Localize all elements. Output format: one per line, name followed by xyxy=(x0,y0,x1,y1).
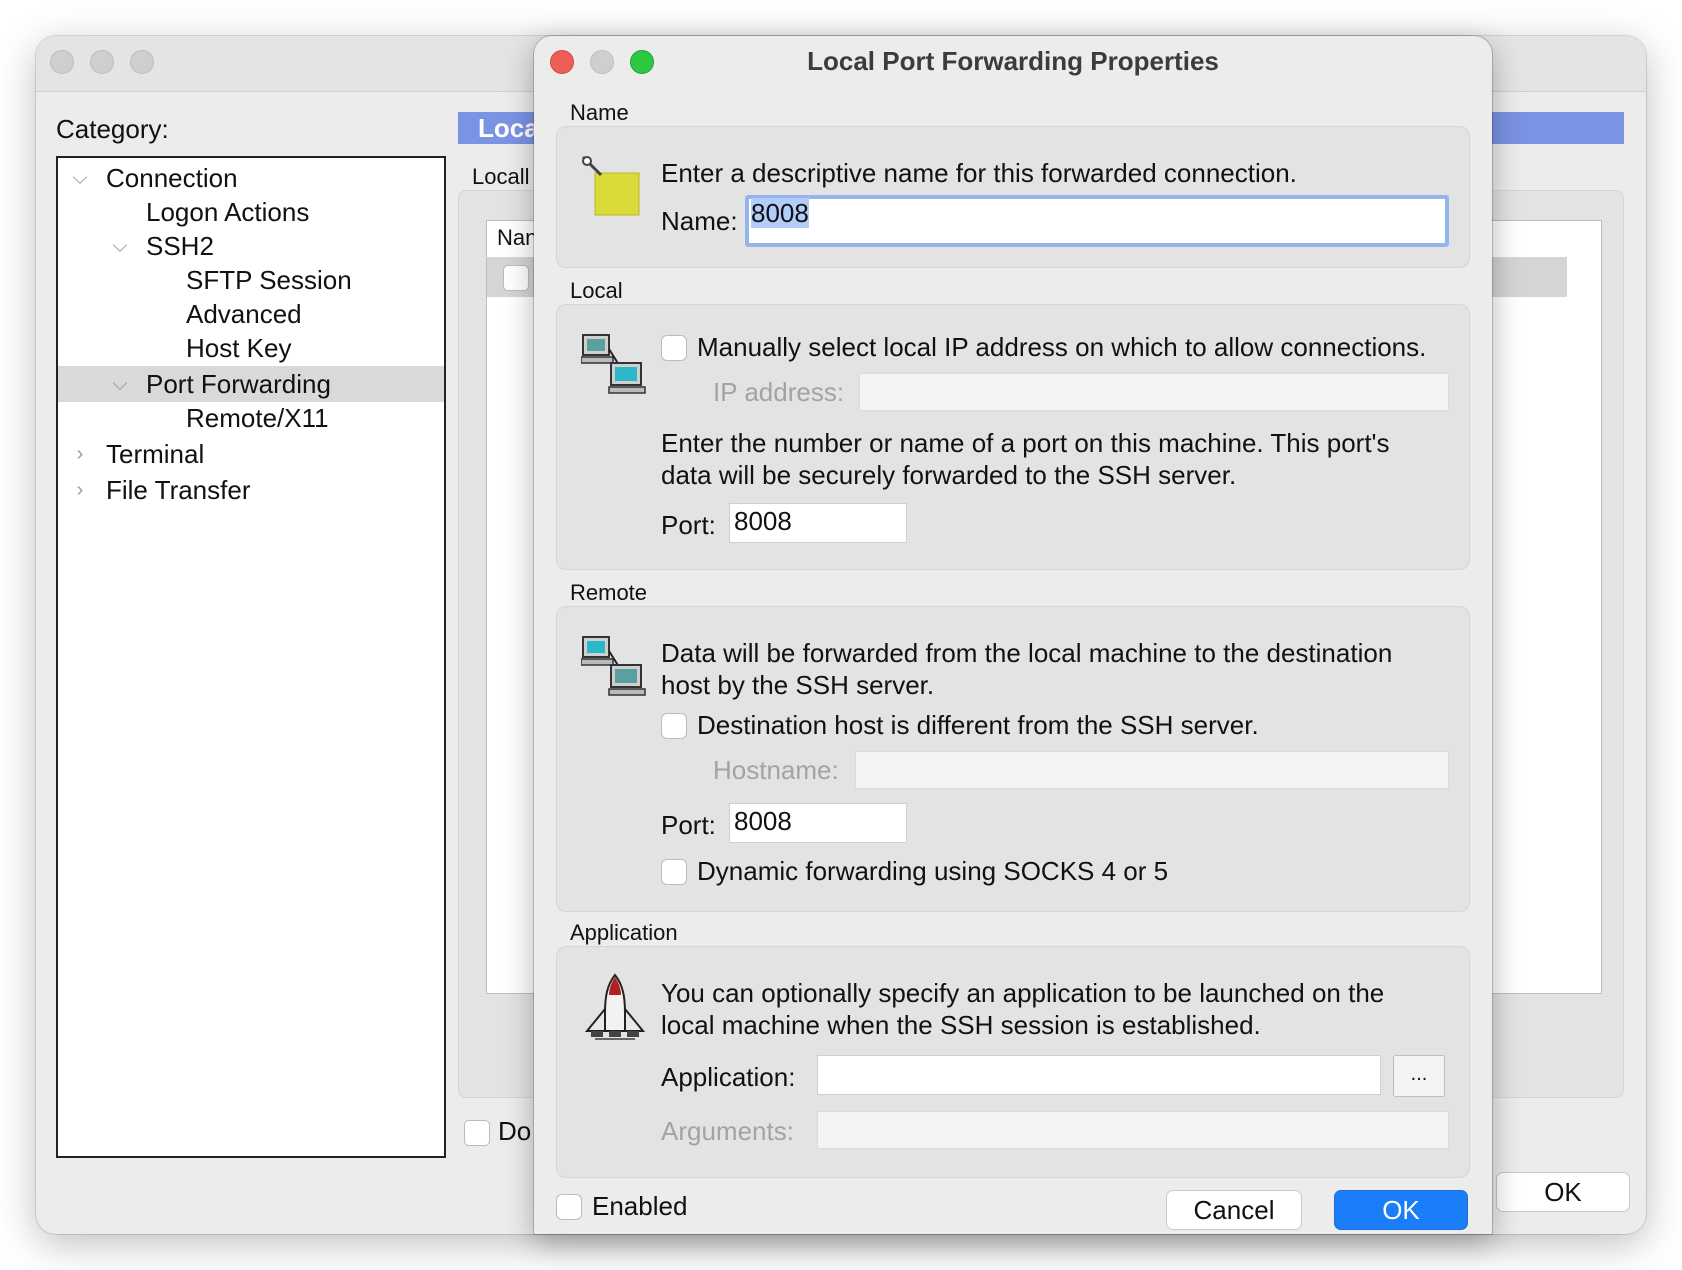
remote-port-input[interactable]: 8008 xyxy=(729,803,907,843)
socks-checkbox[interactable] xyxy=(661,859,687,885)
category-label: Category: xyxy=(56,114,169,144)
hostname-label: Hostname: xyxy=(713,755,839,785)
remote-port-label: Port: xyxy=(661,810,716,840)
application-field-label: Application: xyxy=(661,1062,796,1092)
row-checkbox[interactable] xyxy=(503,265,529,291)
local-port-input[interactable]: 8008 xyxy=(729,503,907,543)
local-port-forwarding-dialog: Local Port Forwarding Properties Name En… xyxy=(534,36,1492,1234)
list-header-name[interactable]: Nan xyxy=(497,225,537,251)
name-description: Enter a descriptive name for this forwar… xyxy=(661,158,1297,188)
remote-description-line2: host by the SSH server. xyxy=(661,670,935,700)
tree-item-sftp-session[interactable]: SFTP Session xyxy=(58,262,444,298)
chevron-down-icon[interactable]: ⌵ xyxy=(68,160,92,196)
category-tree[interactable]: ⌵ Connection Logon Actions ⌵ SSH2 SFTP S… xyxy=(56,156,446,1158)
ok-button[interactable]: OK xyxy=(1334,1190,1468,1230)
network-computers-icon xyxy=(581,636,646,696)
local-section-label: Local xyxy=(570,278,623,303)
dont-show-option[interactable]: Do xyxy=(464,1116,531,1147)
name-input[interactable]: 8008 xyxy=(745,195,1449,247)
remote-section-label: Remote xyxy=(570,580,648,605)
ip-address-label: IP address: xyxy=(713,377,845,407)
tree-item-terminal[interactable]: › Terminal xyxy=(58,436,444,472)
manual-ip-label: Manually select local IP address on whic… xyxy=(697,332,1427,362)
chevron-down-icon[interactable]: ⌵ xyxy=(108,228,132,264)
tree-item-ssh2[interactable]: ⌵ SSH2 xyxy=(58,228,444,264)
bg-ok-button[interactable]: OK xyxy=(1496,1172,1630,1212)
network-computers-icon xyxy=(581,334,646,394)
panel-sublabel: Locall xyxy=(472,164,530,189)
enabled-label: Enabled xyxy=(592,1191,688,1221)
chevron-right-icon[interactable]: › xyxy=(68,472,92,508)
manual-ip-checkbox[interactable] xyxy=(661,335,687,361)
remote-description-line1: Data will be forwarded from the local ma… xyxy=(661,638,1393,668)
dest-host-label: Destination host is different from the S… xyxy=(697,710,1259,740)
local-port-label: Port: xyxy=(661,510,716,540)
local-description-line2: data will be securely forwarded to the S… xyxy=(661,460,1237,490)
tree-item-host-key[interactable]: Host Key xyxy=(58,330,444,366)
chevron-right-icon[interactable]: › xyxy=(68,436,92,472)
dest-host-checkbox[interactable] xyxy=(661,713,687,739)
socks-label: Dynamic forwarding using SOCKS 4 or 5 xyxy=(697,856,1169,886)
bg-zoom-button[interactable] xyxy=(130,50,154,74)
name-section-label: Name xyxy=(570,100,629,125)
remote-group: Data will be forwarded from the local ma… xyxy=(556,606,1470,912)
space-shuttle-icon xyxy=(584,973,646,1040)
dialog-title: Local Port Forwarding Properties xyxy=(807,46,1219,76)
application-section-label: Application xyxy=(570,920,678,945)
application-group: You can optionally specify an applicatio… xyxy=(556,946,1470,1178)
tree-item-connection[interactable]: ⌵ Connection xyxy=(58,160,444,196)
tree-item-advanced[interactable]: Advanced xyxy=(58,296,444,332)
dialog-titlebar: Local Port Forwarding Properties xyxy=(534,36,1492,88)
enabled-checkbox[interactable] xyxy=(556,1194,582,1220)
tag-icon xyxy=(581,155,640,216)
tree-item-file-transfer[interactable]: › File Transfer xyxy=(58,472,444,508)
local-group: Manually select local IP address on whic… xyxy=(556,304,1470,570)
browse-button[interactable]: ... xyxy=(1393,1055,1445,1097)
hostname-input[interactable] xyxy=(855,751,1449,789)
tree-item-remote-x11[interactable]: Remote/X11 xyxy=(58,400,444,436)
arguments-label: Arguments: xyxy=(661,1116,794,1146)
name-group: Enter a descriptive name for this forwar… xyxy=(556,126,1470,268)
cancel-button[interactable]: Cancel xyxy=(1166,1190,1302,1230)
ip-address-input[interactable] xyxy=(859,373,1449,411)
dont-show-checkbox[interactable] xyxy=(464,1120,490,1147)
chevron-down-icon[interactable]: ⌵ xyxy=(108,366,132,402)
tree-item-port-forwarding[interactable]: ⌵ Port Forwarding xyxy=(58,366,444,402)
arguments-input[interactable] xyxy=(817,1111,1449,1149)
bg-minimize-button[interactable] xyxy=(90,50,114,74)
application-description-line1: You can optionally specify an applicatio… xyxy=(661,978,1385,1008)
tree-item-logon-actions[interactable]: Logon Actions xyxy=(58,194,444,230)
name-field-label: Name: xyxy=(661,206,738,236)
application-description-line2: local machine when the SSH session is es… xyxy=(661,1010,1261,1040)
local-description-line1: Enter the number or name of a port on th… xyxy=(661,428,1390,458)
bg-close-button[interactable] xyxy=(50,50,74,74)
application-input[interactable] xyxy=(817,1055,1381,1095)
